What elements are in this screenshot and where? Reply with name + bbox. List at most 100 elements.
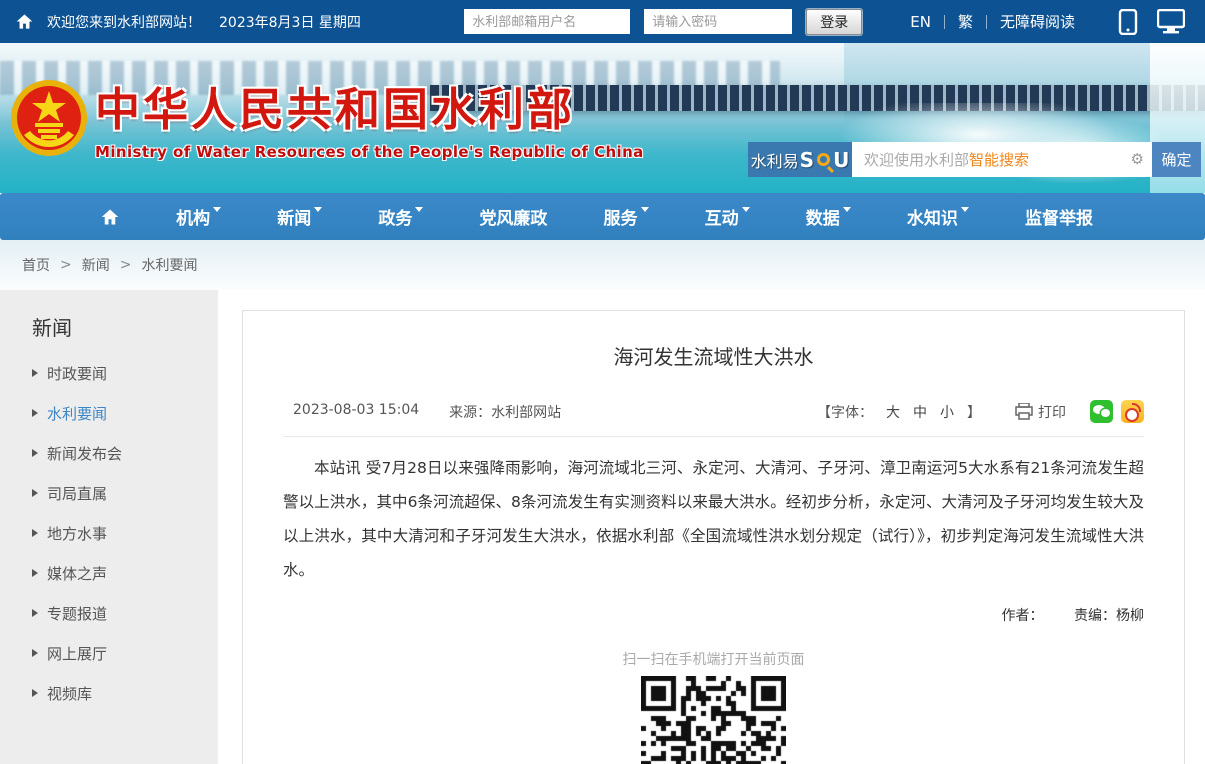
font-label-open: 【字体： — [817, 402, 873, 422]
sidebar-item-bureaus[interactable]: 司局直属 — [32, 473, 218, 513]
editor-label: 责编：杨柳 — [1074, 608, 1144, 624]
arrow-right-icon — [32, 409, 38, 417]
home-icon[interactable] — [16, 13, 33, 30]
date-text: 2023年8月3日 星期四 — [219, 12, 361, 32]
weibo-share-icon[interactable] — [1121, 400, 1144, 423]
chevron-down-icon — [415, 207, 423, 212]
nav-item-party[interactable]: 党风廉政 — [479, 204, 547, 229]
nav-item-interact[interactable]: 互动 — [705, 204, 750, 229]
login-button[interactable]: 登录 — [806, 9, 862, 35]
article-panel: 海河发生流域性大洪水 2023-08-03 15:04 来源：水利部网站 【字体… — [242, 310, 1185, 764]
main-nav: 机构 新闻 政务 党风廉政 服务 互动 数据 水知识 监督举报 — [0, 193, 1205, 240]
qr-caption: 扫一扫在手机端打开当前页面 — [283, 649, 1144, 669]
article-body: 本站讯 受7月28日以来强降雨影响，海河流域北三河、永定河、大清河、子牙河、漳卫… — [283, 451, 1144, 587]
arrow-right-icon — [32, 449, 38, 457]
sidebar-title: 新闻 — [32, 312, 218, 341]
print-label: 打印 — [1038, 402, 1066, 422]
password-input[interactable] — [644, 9, 792, 34]
wechat-share-icon[interactable] — [1090, 400, 1113, 423]
lang-en-link[interactable]: EN — [910, 13, 931, 31]
arrow-right-icon — [32, 369, 38, 377]
site-title: 中华人民共和国水利部 — [95, 85, 644, 135]
national-emblem-logo — [10, 79, 88, 157]
arrow-right-icon — [32, 609, 38, 617]
nav-item-knowledge[interactable]: 水知识 — [907, 204, 969, 229]
breadcrumb-separator: > — [120, 257, 132, 273]
nav-item-orgs[interactable]: 机构 — [176, 204, 221, 229]
article-meta: 2023-08-03 15:04 来源：水利部网站 【字体： 大 中 小 】 — [283, 400, 1144, 423]
article-source: 来源：水利部网站 — [449, 402, 561, 422]
search-input[interactable]: 欢迎使用水利部 智能搜索 ⚙ — [852, 142, 1152, 177]
mobile-phone-icon[interactable] — [1117, 9, 1139, 35]
sidebar-item-local[interactable]: 地方水事 — [32, 513, 218, 553]
search-brand-u: U — [833, 148, 849, 172]
magnifier-icon — [817, 153, 830, 166]
search-placeholder: 欢迎使用水利部 — [864, 149, 969, 170]
main-area: 新闻 时政要闻 水利要闻 新闻发布会 司局直属 地方水事 媒体之声 专题报道 网… — [0, 290, 1205, 764]
breadcrumb-news[interactable]: 新闻 — [82, 255, 110, 275]
divider — [986, 15, 987, 29]
gear-icon[interactable]: ⚙ — [1131, 150, 1144, 168]
divider — [944, 15, 945, 29]
article-title: 海河发生流域性大洪水 — [283, 341, 1144, 370]
font-size-large-button[interactable]: 大 — [886, 402, 900, 422]
site-subtitle: Ministry of Water Resources of the Peopl… — [95, 143, 644, 161]
lang-traditional-link[interactable]: 繁 — [958, 11, 973, 32]
device-links — [1117, 9, 1185, 35]
nav-item-gov[interactable]: 政务 — [378, 204, 423, 229]
search-brand-s: S — [800, 148, 814, 172]
content-area: 海河发生流域性大洪水 2023-08-03 15:04 来源：水利部网站 【字体… — [222, 290, 1205, 764]
search-brand-text: 水利易 — [751, 148, 799, 172]
chevron-down-icon — [961, 207, 969, 212]
font-size-small-button[interactable]: 小 — [940, 402, 954, 422]
nav-item-news[interactable]: 新闻 — [277, 204, 322, 229]
article-meta-left: 2023-08-03 15:04 来源：水利部网站 — [283, 402, 561, 422]
nav-item-data[interactable]: 数据 — [806, 204, 851, 229]
search-submit-button[interactable]: 确定 — [1152, 142, 1201, 177]
site-header-banner: 中华人民共和国水利部 Ministry of Water Resources o… — [0, 43, 1205, 193]
login-group: 登录 — [464, 9, 862, 35]
breadcrumb: 首页 > 新闻 > 水利要闻 — [0, 240, 1205, 290]
sidebar-item-politics[interactable]: 时政要闻 — [32, 353, 218, 393]
chevron-down-icon — [641, 207, 649, 212]
chevron-down-icon — [742, 207, 750, 212]
search-brand: 水利易 S U — [748, 142, 852, 177]
topbar: 欢迎您来到水利部网站！ 2023年8月3日 星期四 登录 EN 繁 无障碍阅读 — [0, 0, 1205, 43]
nav-item-supervision[interactable]: 监督举报 — [1025, 204, 1093, 229]
breadcrumb-current: 水利要闻 — [141, 255, 197, 275]
sidebar-item-exhibition[interactable]: 网上展厅 — [32, 633, 218, 673]
nav-home[interactable] — [100, 208, 120, 226]
sidebar: 新闻 时政要闻 水利要闻 新闻发布会 司局直属 地方水事 媒体之声 专题报道 网… — [0, 290, 218, 764]
font-label-close: 】 — [967, 402, 981, 422]
printer-icon — [1015, 403, 1033, 420]
nav-item-services[interactable]: 服务 — [604, 204, 649, 229]
arrow-right-icon — [32, 569, 38, 577]
sidebar-item-water-news[interactable]: 水利要闻 — [32, 393, 218, 433]
sidebar-item-press[interactable]: 新闻发布会 — [32, 433, 218, 473]
arrow-right-icon — [32, 689, 38, 697]
site-identity: 中华人民共和国水利部 Ministry of Water Resources o… — [95, 85, 644, 161]
breadcrumb-home[interactable]: 首页 — [22, 255, 50, 275]
sidebar-item-media[interactable]: 媒体之声 — [32, 553, 218, 593]
desktop-monitor-icon[interactable] — [1157, 9, 1185, 34]
article-date: 2023-08-03 15:04 — [293, 402, 419, 422]
search-bar: 水利易 S U 欢迎使用水利部 智能搜索 ⚙ 确定 — [748, 142, 1201, 177]
welcome-text: 欢迎您来到水利部网站！ — [47, 12, 201, 32]
arrow-right-icon — [32, 649, 38, 657]
arrow-right-icon — [32, 489, 38, 497]
breadcrumb-separator: > — [60, 257, 72, 273]
home-icon — [100, 208, 120, 226]
accessibility-link[interactable]: 无障碍阅读 — [1000, 11, 1075, 32]
print-button[interactable]: 打印 — [1015, 402, 1066, 422]
sidebar-item-videos[interactable]: 视频库 — [32, 673, 218, 713]
qr-code — [641, 676, 786, 764]
chevron-down-icon — [843, 207, 851, 212]
sidebar-item-topics[interactable]: 专题报道 — [32, 593, 218, 633]
font-size-medium-button[interactable]: 中 — [913, 402, 927, 422]
username-input[interactable] — [464, 9, 630, 34]
article-meta-right: 【字体： 大 中 小 】 打印 — [817, 400, 1144, 423]
arrow-right-icon — [32, 529, 38, 537]
font-size-controls: 【字体： 大 中 小 】 — [817, 402, 981, 422]
divider — [283, 436, 1144, 437]
chevron-down-icon — [213, 207, 221, 212]
